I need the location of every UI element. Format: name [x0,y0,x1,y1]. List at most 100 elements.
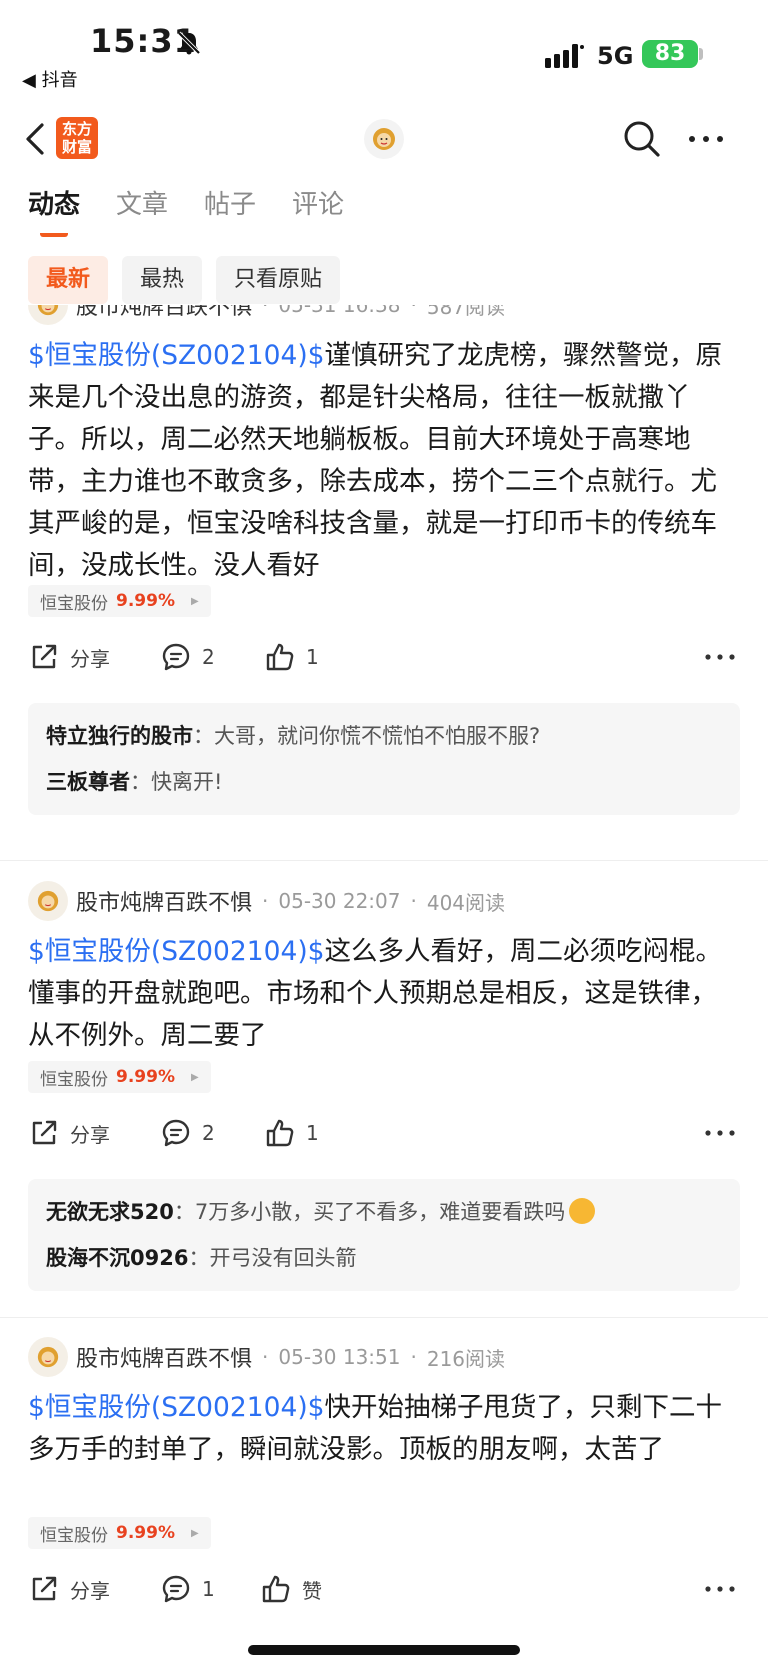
comment-text: 大哥，就问你慌不慌怕不怕服不服? [214,724,541,748]
tab-posts[interactable]: 帖子 [204,183,256,233]
comment-user[interactable]: 股海不沉0926 [46,1246,188,1270]
like-count: 赞 [302,1578,322,1603]
stock-tag[interactable]: 恒宝股份 9.99% ▶ [28,1517,211,1549]
grinning-emoji-icon [569,1198,596,1224]
home-indicator[interactable] [248,1645,520,1655]
stock-link[interactable]: $恒宝股份(SZ002104)$ [28,936,325,967]
meta-dot: · [410,889,417,913]
mute-bell-icon [177,31,201,55]
logo-line-2: 财富 [61,138,92,156]
meta-dot: · [262,1345,269,1369]
stock-tag-name: 恒宝股份 [40,1525,108,1546]
tab-dynamics[interactable]: 动态 [28,183,80,237]
post-reads: 587阅读 [426,305,506,319]
share-icon [32,1576,57,1601]
post-more-icon[interactable] [700,1567,740,1611]
comment-bubble-icon [162,643,190,671]
comment-item: 股海不沉0926：开弓没有回头箭 [46,1235,722,1281]
status-bar: 15:31 ◀ 抖音 5G 83 [0,0,768,100]
comment-user[interactable]: 三板尊者 [46,770,130,794]
comment-sep: ： [193,724,214,748]
filter-latest[interactable]: 最新 [28,256,109,304]
post-text[interactable]: $恒宝股份(SZ002104)$谨慎研究了龙虎榜，骤然警觉，原来是几个没出息的游… [28,335,740,587]
author-avatar[interactable] [28,1337,68,1377]
battery-indicator: 83 [642,40,698,68]
comment-button[interactable]: 2 [160,635,215,679]
share-label: 分享 [70,646,110,671]
search-icon[interactable] [620,117,664,161]
share-button[interactable]: 分享 [28,1567,110,1611]
comment-user[interactable]: 无欲无求520 [46,1200,174,1224]
share-button[interactable]: 分享 [28,1111,110,1155]
post-more-icon[interactable] [700,1111,740,1155]
meta-dot: · [262,305,269,317]
user-avatar[interactable] [364,119,404,159]
comment-item: 无欲无求520：7万多小散，买了不看多，难道要看跌吗 [46,1189,722,1235]
stock-link[interactable]: $恒宝股份(SZ002104)$ [28,1392,325,1423]
like-button[interactable]: 1 [264,1111,319,1155]
post-actions: 分享 2 1 [28,635,740,679]
post-reads: 216阅读 [426,1346,506,1371]
comment-count: 2 [202,645,215,669]
battery-tip [699,48,703,60]
like-count: 1 [306,645,319,669]
back-arrow-icon[interactable] [22,117,50,161]
back-to-app-link[interactable]: ◀ 抖音 [22,66,78,92]
post-actions: 分享 2 1 [28,1111,740,1155]
post-text[interactable]: $恒宝股份(SZ002104)$快开始抽梯子甩货了，只剩下二十多万手的封单了，瞬… [28,1387,740,1471]
author-name[interactable]: 股市炖牌百跌不惧 [76,305,252,321]
triangle-right-icon: ▶ [190,1527,199,1539]
comment-preview[interactable]: 特立独行的股市：大哥，就问你慌不慌怕不怕服不服? 三板尊者：快离开! [28,703,740,815]
author-avatar[interactable] [28,305,68,325]
lion-mascot-icon [37,305,59,316]
meta-dot: · [410,1345,417,1369]
author-avatar[interactable] [28,881,68,921]
triangle-right-icon: ▶ [190,1071,199,1083]
stock-tag-change: 9.99% [116,1523,175,1543]
stock-tag-change: 9.99% [116,591,175,611]
comment-text: 开弓没有回头箭 [209,1246,357,1270]
comment-count: 1 [202,1577,215,1601]
post-date: 05-30 13:51 [278,1345,401,1369]
author-name[interactable]: 股市炖牌百跌不惧 [76,885,252,917]
post-item: 股市炖牌百跌不惧 · 05-31 16:38 · 587阅读 $恒宝股份(SZ0… [0,305,768,815]
post-date: 05-30 22:07 [278,889,401,913]
stock-link[interactable]: $恒宝股份(SZ002104)$ [28,340,325,371]
stock-tag[interactable]: 恒宝股份 9.99% ▶ [28,1061,211,1093]
tab-articles[interactable]: 文章 [116,183,168,233]
filter-original-only[interactable]: 只看原贴 [216,256,341,304]
like-count: 1 [306,1121,319,1145]
post-more-icon[interactable] [700,635,740,679]
meta-dot: · [410,305,417,317]
comment-item: 特立独行的股市：大哥，就问你慌不慌怕不怕服不服? [46,713,722,759]
more-options-icon[interactable] [684,117,728,161]
post-divider [0,860,768,861]
lion-mascot-icon [373,128,395,150]
filter-hottest[interactable]: 最热 [122,256,203,304]
comment-sep: ： [173,1200,195,1224]
like-button[interactable]: 1 [264,635,319,679]
comment-preview[interactable]: 无欲无求520：7万多小散，买了不看多，难道要看跌吗 股海不沉0926：开弓没有… [28,1179,740,1291]
top-nav: 东方 财富 [0,105,768,177]
comment-user[interactable]: 特立独行的股市 [46,724,193,748]
author-name[interactable]: 股市炖牌百跌不惧 [76,1341,252,1373]
tab-comments[interactable]: 评论 [292,183,344,233]
lion-mascot-icon [37,890,59,912]
share-button[interactable]: 分享 [28,635,110,679]
post-text[interactable]: $恒宝股份(SZ002104)$这么多人看好，周二必须吃闷棍。懂事的开盘就跑吧。… [28,931,740,1057]
comment-button[interactable]: 2 [160,1111,215,1155]
share-icon [32,644,57,669]
content-tabs: 动态 文章 帖子 评论 [28,183,344,239]
like-button[interactable]: 赞 [260,1567,322,1611]
comment-bubble-icon [162,1575,190,1603]
post-item: 股市炖牌百跌不惧 · 05-30 13:51 · 216阅读 $恒宝股份(SZ0… [0,1337,768,1669]
logo-line-1: 东方 [61,120,92,138]
network-type: 5G [597,42,634,70]
post-date: 05-31 16:38 [278,305,401,317]
stock-tag[interactable]: 恒宝股份 9.99% ▶ [28,585,211,617]
comment-sep: ： [130,770,151,794]
comment-item: 三板尊者：快离开! [46,759,722,805]
comment-button[interactable]: 1 [160,1567,215,1611]
post-actions: 分享 1 赞 [28,1567,740,1611]
post-feed: 股市炖牌百跌不惧 · 05-31 16:38 · 587阅读 $恒宝股份(SZ0… [0,305,768,1669]
